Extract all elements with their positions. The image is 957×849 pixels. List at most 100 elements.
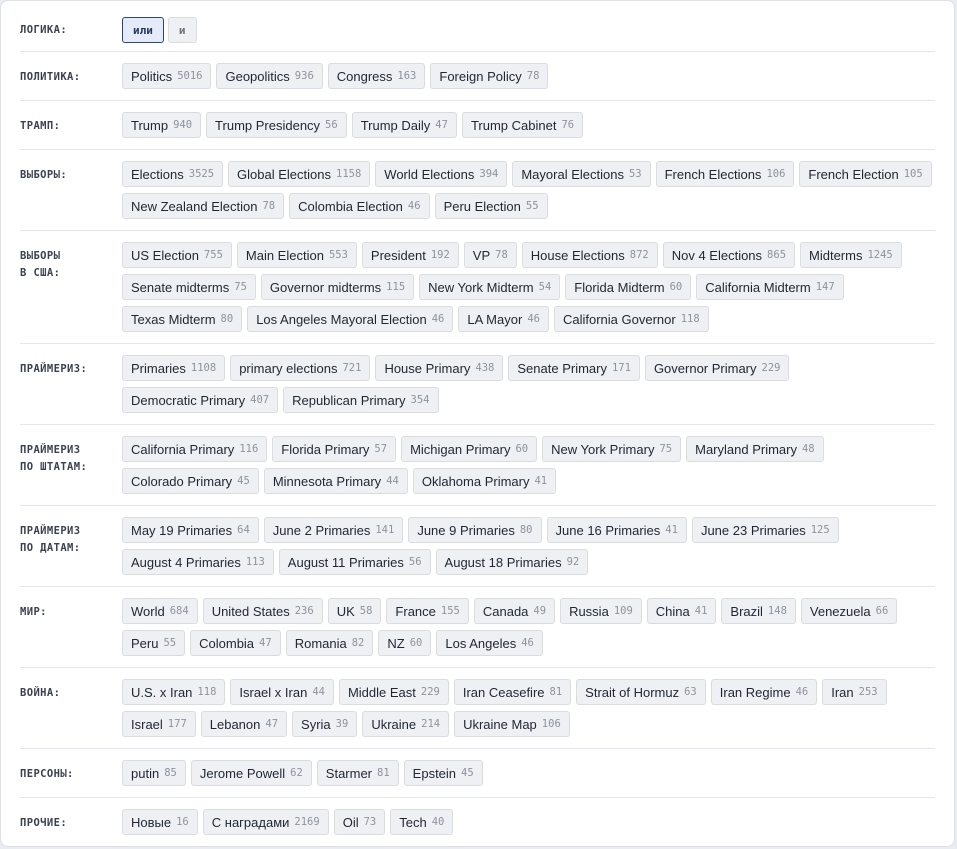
tag-chip[interactable]: June 23 Primaries 125 xyxy=(691,517,839,543)
tag-name: Peru xyxy=(131,635,159,651)
tag-chip[interactable]: August 18 Primaries 92 xyxy=(435,549,589,575)
tag-chip[interactable]: Congress 163 xyxy=(327,63,426,89)
tag-chip[interactable]: Venezuela 66 xyxy=(800,598,898,624)
tag-chip[interactable]: June 9 Primaries 80 xyxy=(408,517,542,543)
tag-chip[interactable]: Peru 55 xyxy=(122,630,186,656)
tag-name: Florida Primary xyxy=(281,441,370,457)
tag-chip[interactable]: Epstein 45 xyxy=(403,760,483,786)
tag-chip[interactable]: Foreign Policy 78 xyxy=(430,63,549,89)
tag-name: Strait of Hormuz xyxy=(585,684,680,700)
tag-chip[interactable]: Iran Regime 46 xyxy=(710,679,818,705)
tag-chip[interactable]: Lebanon 47 xyxy=(200,711,288,737)
tag-chip[interactable]: Minnesota Primary 44 xyxy=(263,468,408,494)
tag-chip[interactable]: China 41 xyxy=(646,598,717,624)
tag-chip[interactable]: House Elections 872 xyxy=(521,242,658,268)
tag-chip[interactable]: Elections 3525 xyxy=(122,161,224,187)
tag-chip[interactable]: Oil 73 xyxy=(333,809,386,835)
tag-chip[interactable]: VP 78 xyxy=(463,242,517,268)
tag-chip[interactable]: Politics 5016 xyxy=(122,63,212,89)
tag-chip[interactable]: Governor Primary 229 xyxy=(644,355,790,381)
tag-count: 49 xyxy=(533,605,547,617)
tag-chip[interactable]: California Midterm 147 xyxy=(696,274,844,300)
tag-chip[interactable]: putin 85 xyxy=(122,760,186,786)
tag-chip[interactable]: Democratic Primary 407 xyxy=(122,387,279,413)
tag-name: New York Primary xyxy=(551,441,655,457)
tag-chip[interactable]: US Election 755 xyxy=(122,242,232,268)
tag-chip[interactable]: Romania 82 xyxy=(285,630,374,656)
tag-chip[interactable]: House Primary 438 xyxy=(375,355,504,381)
tag-chip[interactable]: Russia 109 xyxy=(560,598,642,624)
tag-chip[interactable]: French Election 105 xyxy=(799,161,932,187)
tag-chip[interactable]: Iran 253 xyxy=(822,679,887,705)
tag-chip[interactable]: Colombia 47 xyxy=(190,630,281,656)
tag-chip[interactable]: Maryland Primary 48 xyxy=(686,436,824,462)
tag-chip[interactable]: August 11 Primaries 56 xyxy=(278,549,431,575)
tag-chip[interactable]: Governor midterms 115 xyxy=(260,274,415,300)
tag-chip[interactable]: Primaries 1108 xyxy=(122,355,226,381)
tag-chip[interactable]: Los Angeles Mayoral Election 46 xyxy=(247,306,454,332)
tag-chip[interactable]: June 2 Primaries 141 xyxy=(263,517,404,543)
tag-chip[interactable]: California Primary 116 xyxy=(122,436,268,462)
tag-chip[interactable]: United States 236 xyxy=(202,598,323,624)
tag-count: 92 xyxy=(566,556,580,568)
tag-chip[interactable]: California Governor 118 xyxy=(553,306,709,332)
tag-chip[interactable]: Israel x Iran 44 xyxy=(230,679,334,705)
tag-chip[interactable]: Trump 940 xyxy=(122,112,202,138)
tag-chip[interactable]: Strait of Hormuz 63 xyxy=(576,679,706,705)
tag-chip[interactable]: Senate Primary 171 xyxy=(508,355,640,381)
tag-chip[interactable]: LA Mayor 46 xyxy=(458,306,549,332)
tag-chip[interactable]: Trump Presidency 56 xyxy=(206,112,347,138)
tag-chip[interactable]: French Elections 106 xyxy=(655,161,795,187)
tag-chip[interactable]: Global Elections 1158 xyxy=(228,161,371,187)
tag-chip[interactable]: Jerome Powell 62 xyxy=(190,760,312,786)
tag-chip[interactable]: Syria 39 xyxy=(292,711,358,737)
tag-chip[interactable]: Midterms 1245 xyxy=(800,242,902,268)
tag-chip[interactable]: President 192 xyxy=(361,242,459,268)
tag-chip[interactable]: Israel 177 xyxy=(122,711,196,737)
tag-chip[interactable]: New York Primary 75 xyxy=(542,436,682,462)
tag-chip[interactable]: Geopolitics 936 xyxy=(216,63,323,89)
tag-chip[interactable]: August 4 Primaries 113 xyxy=(122,549,274,575)
tag-chip[interactable]: UK 58 xyxy=(327,598,382,624)
tag-chip[interactable]: Senate midterms 75 xyxy=(122,274,256,300)
tag-chip[interactable]: Mayoral Elections 53 xyxy=(512,161,651,187)
tag-chip[interactable]: Iran Ceasefire 81 xyxy=(453,679,572,705)
tag-chip[interactable]: U.S. x Iran 118 xyxy=(122,679,226,705)
tag-chip[interactable]: Colombia Election 46 xyxy=(289,193,430,219)
logic-or-button[interactable]: или xyxy=(122,17,164,43)
tag-chip[interactable]: Texas Midterm 80 xyxy=(122,306,243,332)
tag-chip[interactable]: Michigan Primary 60 xyxy=(401,436,538,462)
tag-chip[interactable]: Los Angeles 46 xyxy=(436,630,543,656)
tag-chip[interactable]: New York Midterm 54 xyxy=(419,274,561,300)
tag-chip[interactable]: Peru Election 55 xyxy=(434,193,548,219)
tag-name: World xyxy=(131,603,165,619)
tag-chip[interactable]: World 684 xyxy=(122,598,198,624)
tag-chip[interactable]: Republican Primary 354 xyxy=(283,387,439,413)
tag-chip[interactable]: Nov 4 Elections 865 xyxy=(662,242,796,268)
tag-chip[interactable]: Florida Midterm 60 xyxy=(565,274,692,300)
tag-chip[interactable]: Ukraine Map 106 xyxy=(454,711,570,737)
tag-chip[interactable]: Colorado Primary 45 xyxy=(122,468,259,494)
tag-chip[interactable]: Tech 40 xyxy=(390,809,454,835)
tag-chip[interactable]: Brazil 148 xyxy=(721,598,796,624)
tag-chip[interactable]: Ukraine 214 xyxy=(362,711,450,737)
logic-and-button[interactable]: и xyxy=(167,17,197,43)
tag-chip[interactable]: Trump Daily 47 xyxy=(351,112,457,138)
tag-chip[interactable]: New Zealand Election 78 xyxy=(122,193,285,219)
tag-chip[interactable]: Starmer 81 xyxy=(316,760,399,786)
tag-chip[interactable]: France 155 xyxy=(386,598,469,624)
tag-chip[interactable]: Canada 49 xyxy=(473,598,556,624)
tag-chip[interactable]: primary elections 721 xyxy=(230,355,371,381)
tag-chip[interactable]: С наградами 2169 xyxy=(202,809,329,835)
tag-chip[interactable]: NZ 60 xyxy=(378,630,432,656)
tag-chip[interactable]: Florida Primary 57 xyxy=(272,436,397,462)
tag-name: Ukraine Map xyxy=(463,716,537,732)
tag-chip[interactable]: Oklahoma Primary 41 xyxy=(412,468,557,494)
tag-chip[interactable]: June 16 Primaries 41 xyxy=(546,517,687,543)
tag-chip[interactable]: Main Election 553 xyxy=(236,242,357,268)
tag-chip[interactable]: Trump Cabinet 76 xyxy=(461,112,584,138)
tag-chip[interactable]: Новые 16 xyxy=(122,809,198,835)
tag-chip[interactable]: Middle East 229 xyxy=(338,679,449,705)
tag-chip[interactable]: World Elections 394 xyxy=(375,161,508,187)
tag-chip[interactable]: May 19 Primaries 64 xyxy=(122,517,259,543)
